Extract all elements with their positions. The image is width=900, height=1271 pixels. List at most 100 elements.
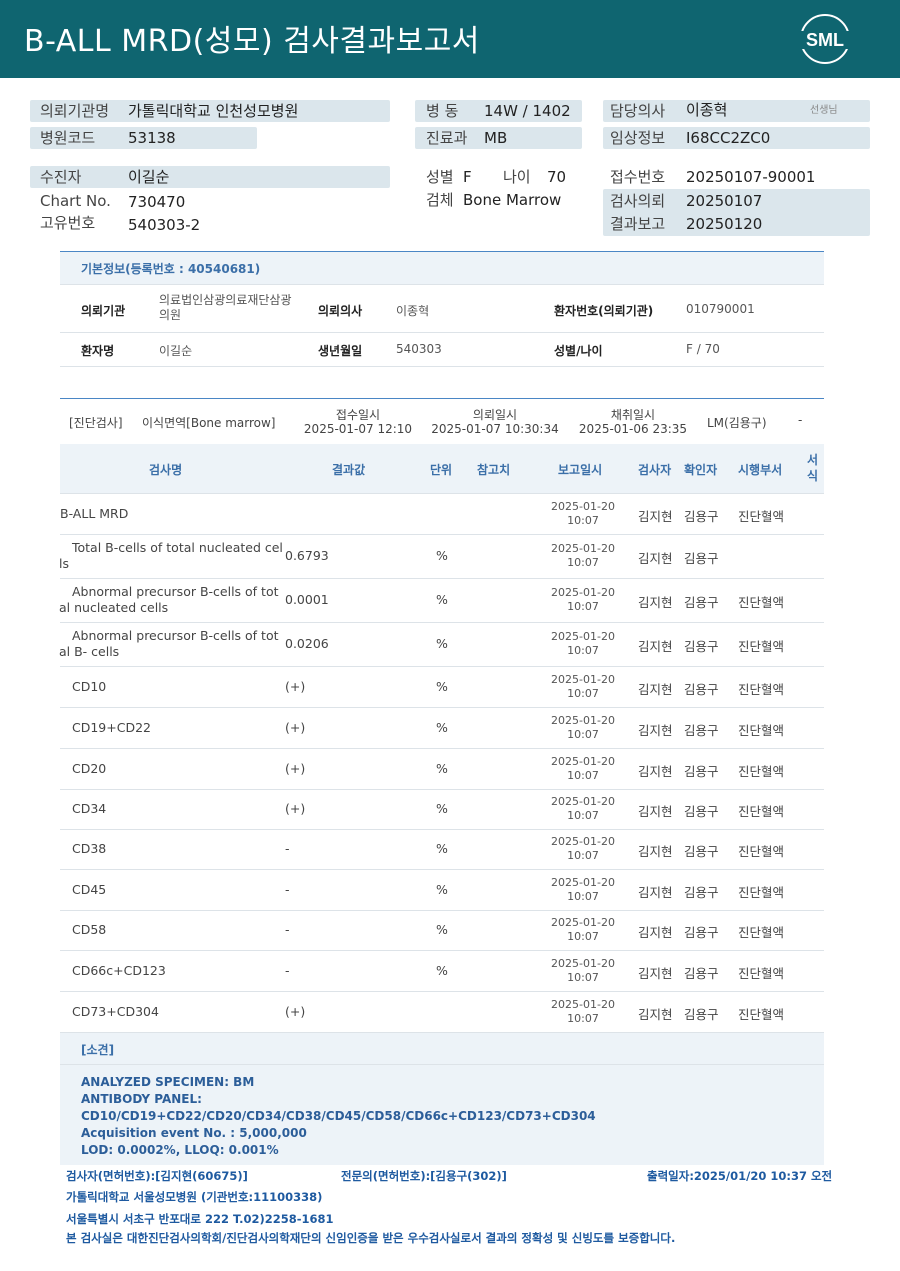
dept-label: 진료과 [426,129,468,147]
row-test-name: CD19+CD22 [72,719,151,735]
row-result: 0.0206 [285,636,329,651]
row-result: - [285,962,290,978]
dept-value: MB [484,129,508,147]
row-report-time: 10:07 [567,768,599,782]
row-unit: % [436,548,448,563]
row-report-date: 2025-01-20 [551,916,615,929]
row-divider [60,789,824,790]
row-divider [60,622,824,623]
chart-label: Chart No. [40,192,111,210]
row-dept: 진단혈액 [738,804,785,819]
test-specimen: 이식면역[Bone marrow] [142,416,276,430]
row-result: (+) [285,719,306,735]
patient-label: 수진자 [40,168,82,186]
row-test-name: CD66c+CD123 [72,962,166,978]
row-tester: 김지현 [638,508,673,524]
row-report-date: 2025-01-20 [551,586,615,599]
th-confirmer: 확인자 [684,463,718,477]
row-result: 0.0001 [285,592,329,607]
row-tester: 김지현 [638,925,673,940]
test-receipt-label: 접수일시 [335,408,381,422]
row-tester: 김지현 [638,595,673,610]
unique-label: 고유번호 [40,214,96,232]
footer-tester: 검사자(면허번호):[김지현(60675)] [66,1169,248,1183]
row-tester: 김지현 [638,763,673,779]
row-dept: 진단혈액 [738,595,785,610]
basic-sexage-label: 성별/나이 [554,344,603,358]
row-report-date: 2025-01-20 [551,499,615,513]
table-header-divider [60,493,824,494]
test-request-value: 2025-01-07 10:30:34 [431,422,559,436]
row-report-time: 10:07 [567,686,599,700]
row-test-name: CD45 [72,881,107,897]
age-value: 70 [547,168,567,186]
row-tester: 김지현 [638,551,673,566]
row-divider [60,534,824,535]
row-test-name: CD20 [72,760,107,776]
row-confirmer: 김용구 [684,551,719,566]
row-dept: 진단혈액 [738,639,785,654]
test-dash: - [798,413,803,427]
test-lm: LM(김용구) [707,416,767,430]
row-unit: % [436,592,448,607]
row-divider [60,666,824,667]
test-collect-label: 채취일시 [610,408,656,422]
opinion-line-3: CD10/CD19+CD22/CD20/CD34/CD38/CD45/CD58/… [81,1109,596,1123]
basic-doctor-label: 의뢰의사 [318,304,363,318]
row-report-time: 10:07 [567,970,599,984]
hospital-code-label: 병원코드 [40,129,96,147]
opinion-line-5: LOD: 0.0002%, LLOQ: 0.001% [81,1143,279,1157]
row-confirmer: 김용구 [684,508,719,524]
row-tester: 김지현 [638,1006,673,1022]
doctor-label: 담당의사 [610,102,666,120]
result-table-header: 검사명 결과값 단위 참고치 보고일시 검사자 확인자 시행부서 서 식 [60,444,824,493]
row-report-time: 10:07 [567,513,599,527]
clinical-value: I68CC2ZC0 [686,129,771,147]
opinion-line-1: ANALYZED SPECIMEN: BM [81,1075,255,1089]
row-dept: 진단혈액 [738,965,785,981]
test-request-label: 의뢰일시 [472,408,518,422]
row-report-date: 2025-01-20 [551,754,615,768]
patient-value: 이길순 [128,168,170,186]
basic-inst-label: 의뢰기관 [81,304,126,318]
th-dept: 시행부서 [738,463,783,477]
row-report-date: 2025-01-20 [551,835,615,848]
basic-info-title-bar: 기본정보(등록번호 : 40540681) [60,252,824,284]
chart-value: 730470 [128,193,186,211]
row-divider [60,748,824,749]
opinion-line-2: ANTIBODY PANEL: [81,1092,202,1106]
row-test-name: CD58 [72,922,107,937]
basic-dob-label: 생년월일 [318,344,363,358]
row-report-time: 10:07 [567,727,599,741]
row-dept: 진단혈액 [738,722,785,738]
row-divider [60,829,824,830]
row-confirmer: 김용구 [684,681,719,697]
row-report-date: 2025-01-20 [551,672,615,686]
doctor-suffix: 선생님 [810,105,838,116]
row-dept: 진단혈액 [738,884,785,900]
ward-value: 14W / 1402 [484,102,571,120]
row-test-name: Total B-cells of total nucleated cel ls [59,540,283,571]
row-report-time: 10:07 [567,930,599,943]
th-form: 서 식 [807,453,819,483]
test-category: [진단검사] [69,416,123,430]
row-report-date: 2025-01-20 [551,795,615,808]
row-result: (+) [285,1003,306,1019]
row-test-name: Abnormal precursor B-cells of tot al nuc… [59,584,279,615]
opinion-body: ANALYZED SPECIMEN: BM ANTIBODY PANEL: CD… [60,1065,824,1165]
row-test-name: CD10 [72,678,107,694]
age-label: 나이 [503,168,531,186]
test-receipt-value: 2025-01-07 12:10 [303,422,413,436]
footer-cert: 본 검사실은 대한진단검사의학회/진단검사의학재단의 신임인증을 받은 우수검사… [66,1231,676,1245]
specimen-label: 검체 [426,191,454,209]
basic-line-1 [60,284,824,285]
th-result: 결과값 [332,463,366,477]
row-report-date: 2025-01-20 [551,713,615,727]
row-test-name: CD73+CD304 [72,1003,159,1019]
row-result: - [285,922,290,937]
opinion-title-bar: [소견] [60,1033,824,1065]
row-report-time: 10:07 [567,600,599,613]
row-tester: 김지현 [638,884,673,900]
row-confirmer: 김용구 [684,884,719,900]
request-label: 검사의뢰 [610,192,666,210]
